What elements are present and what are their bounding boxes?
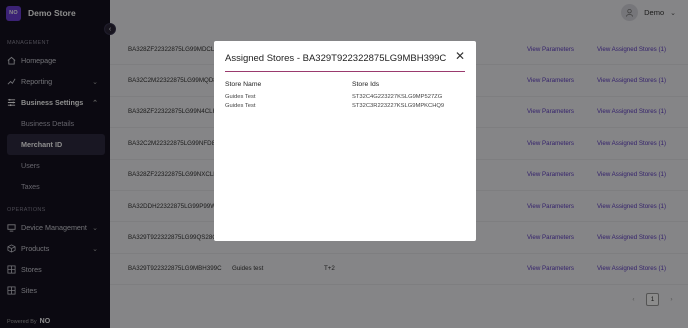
store-name-cell: Guides Test [225,94,256,100]
close-icon[interactable]: ✕ [455,50,465,62]
modal-divider [225,71,465,72]
modal-title: Assigned Stores - BA329T922322875LG9MBH3… [225,53,447,64]
column-header-store-name: Store Name [225,81,262,88]
column-header-store-ids: Store Ids [352,81,380,88]
store-id-cell: ST32C3R223227KSLG9MPKCHQ9 [352,103,445,109]
assigned-stores-modal: Assigned Stores - BA329T922322875LG9MBH3… [214,41,476,241]
store-id-cell: ST32C4G223227KSLG9MP527ZG [352,94,443,100]
store-name-cell: Guides Test [225,103,256,109]
